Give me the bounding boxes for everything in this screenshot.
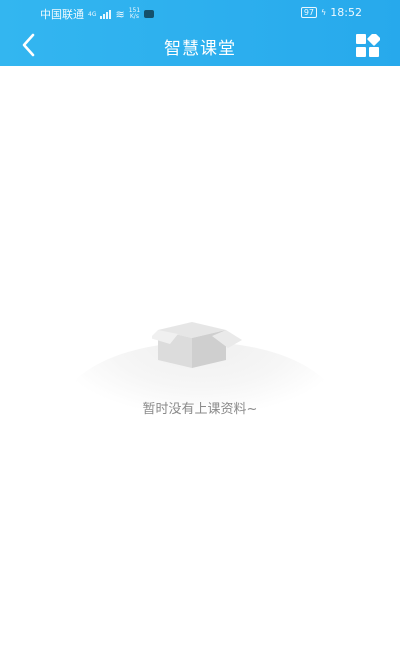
status-right: 97 ϟ 18:52	[300, 6, 362, 19]
charging-icon: ϟ	[321, 8, 327, 17]
status-bar: 中国联通 4G ≋ 151 K/s 97 ϟ 18:52	[0, 0, 400, 26]
empty-box-icon	[152, 322, 242, 368]
battery-level: 97	[303, 8, 315, 17]
menu-button[interactable]	[356, 32, 381, 58]
top-bar: 中国联通 4G ≋ 151 K/s 97 ϟ 18:52 智慧课堂	[0, 0, 400, 66]
nav-bar: 智慧课堂	[0, 26, 400, 66]
net-speed: 151 K/s	[129, 8, 140, 20]
battery-icon: 97	[300, 7, 318, 18]
media-icon	[144, 10, 155, 18]
net-speed-unit: K/s	[129, 13, 139, 20]
wifi-icon: ≋	[115, 7, 125, 21]
signal-icon	[100, 9, 112, 19]
empty-message: 暂时没有上课资料~	[142, 402, 258, 417]
page-title: 智慧课堂	[164, 39, 236, 59]
grid-icon	[356, 32, 381, 57]
status-left: 中国联通 4G ≋ 151 K/s	[40, 6, 155, 22]
network-type: 4G	[88, 10, 97, 18]
empty-state: 暂时没有上课资料~	[0, 300, 400, 440]
clock: 18:52	[330, 6, 362, 19]
carrier-label: 中国联通	[40, 8, 84, 21]
